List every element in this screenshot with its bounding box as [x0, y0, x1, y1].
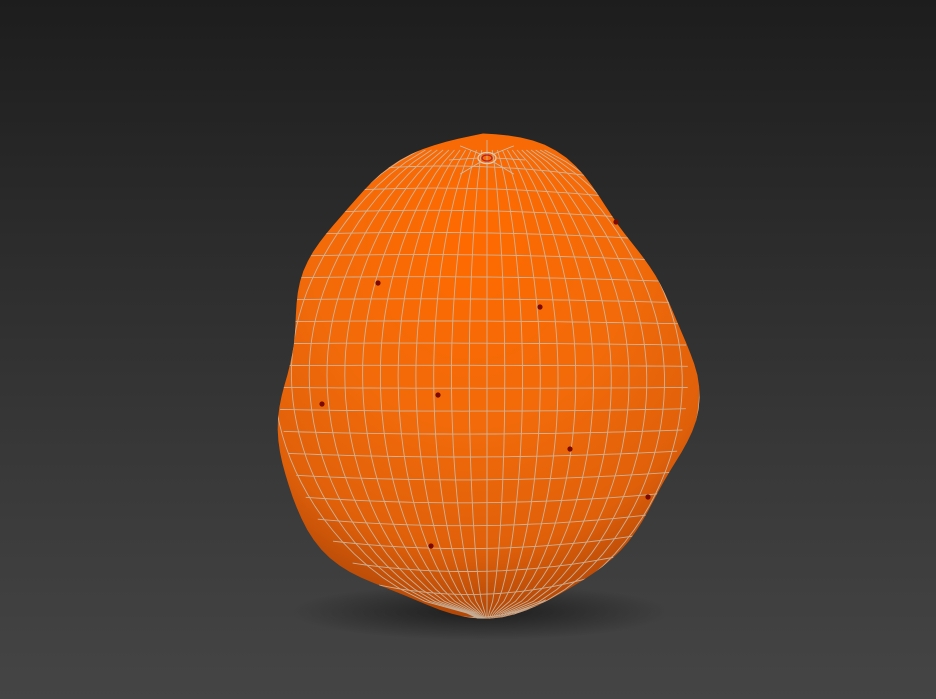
- vertex-marker[interactable]: [435, 392, 441, 398]
- vertex-marker[interactable]: [375, 280, 381, 286]
- vertex-marker[interactable]: [613, 219, 619, 225]
- vertex-marker[interactable]: [645, 494, 651, 500]
- vertex-marker[interactable]: [537, 304, 543, 310]
- vertex-marker[interactable]: [319, 401, 325, 407]
- viewport-scene[interactable]: [0, 0, 936, 699]
- 3d-viewport[interactable]: [0, 0, 936, 699]
- vertex-marker[interactable]: [428, 543, 434, 549]
- vertex-marker[interactable]: [567, 446, 573, 452]
- mesh-object[interactable]: [277, 133, 700, 619]
